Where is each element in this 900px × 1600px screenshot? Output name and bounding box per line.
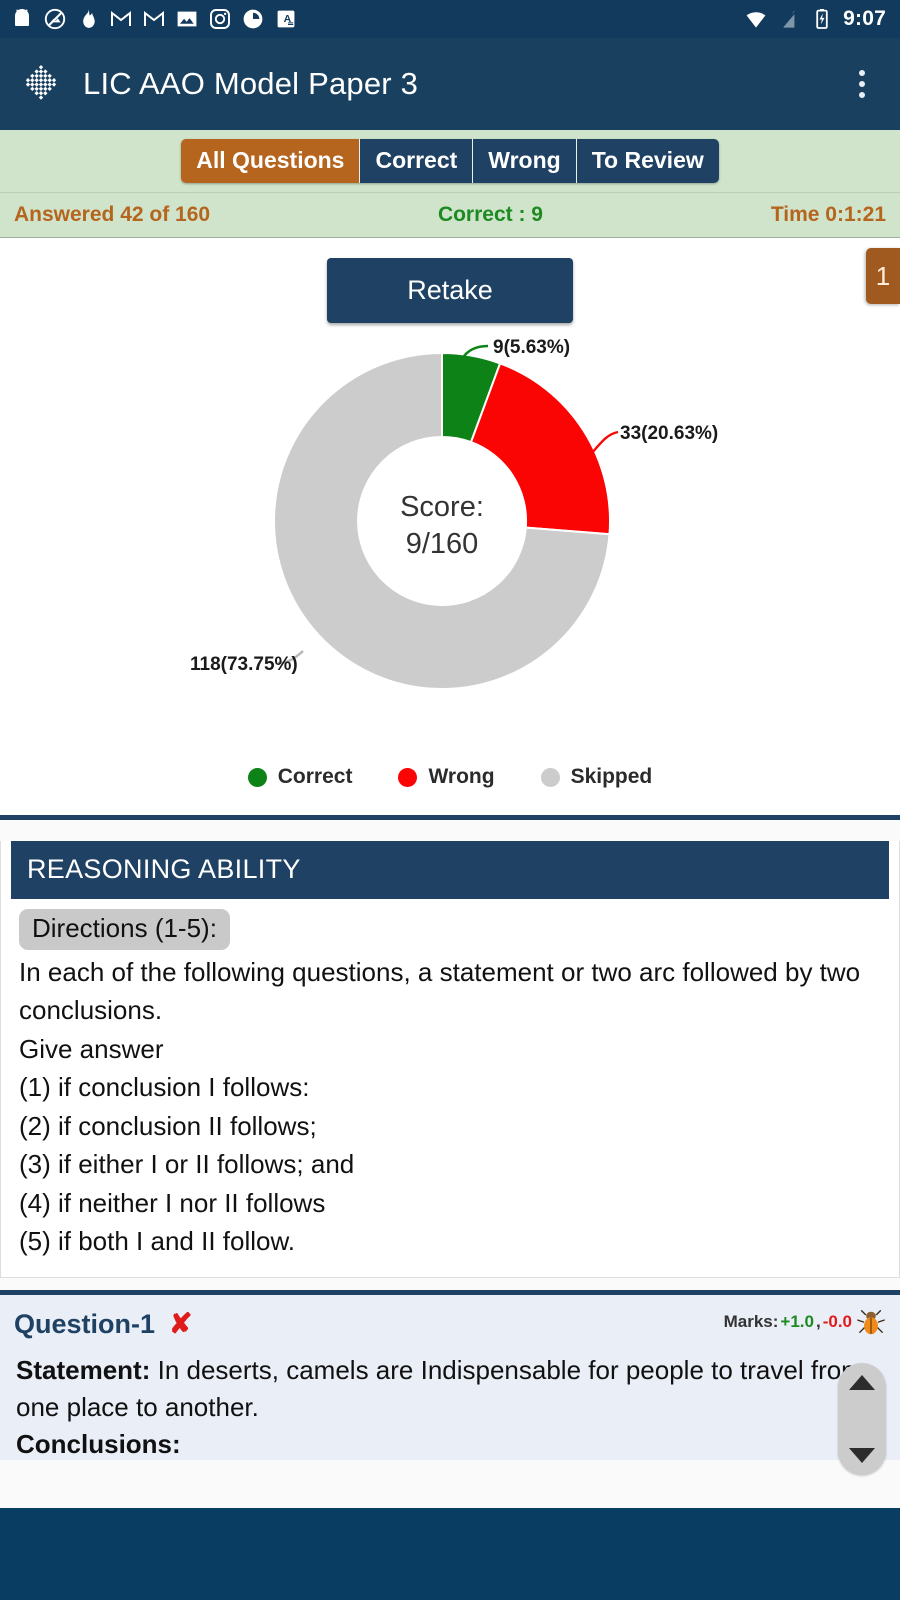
legend-item-skipped: Skipped [540,765,653,789]
marks-label: Marks: [723,1311,779,1331]
filter-tab-bar: All Questions Correct Wrong To Review [0,130,900,192]
donut-label-skipped: 118(73.75%) [190,654,298,675]
donut-slice-wrong [469,362,611,536]
directions-line: (2) if conclusion II follows; [19,1110,317,1141]
legend-label-wrong: Wrong [428,765,495,788]
question-title: Question-1 [14,1308,156,1339]
tab-wrong[interactable]: Wrong [473,139,577,183]
wifi-icon [746,12,766,28]
status-bar-clock: 9:07 [843,7,886,30]
donut-label-correct: 9(5.63%) [493,337,570,358]
directions-line: (3) if either I or II follows; and [19,1149,355,1180]
overflow-menu-icon[interactable] [844,62,880,106]
android-icon [15,9,29,26]
signal-off-icon [782,10,797,28]
marks-negative: -0.0 [822,1311,852,1331]
status-bar: A 9:07 [0,0,900,38]
bug-report-icon[interactable] [856,1307,886,1337]
bottom-navigation-bar [0,1508,900,1600]
answered-count: Answered 42 of 160 [14,203,211,226]
gmail-icon [111,10,131,26]
legend-dot-wrong [398,767,418,787]
scroll-up-icon[interactable] [849,1374,875,1390]
battery-charging-icon [816,9,828,29]
legend-item-correct: Correct [247,765,353,789]
question-statement: Statement: In deserts, camels are Indisp… [0,1344,900,1427]
fire-icon [83,9,95,28]
marks-separator: , [815,1311,821,1331]
legend-item-wrong: Wrong [398,765,495,789]
app-logo-diamond-icon [25,65,57,100]
legend-dot-skipped [540,767,560,787]
translate-icon: A [277,10,295,28]
status-bar-notification-icons: A [10,7,298,31]
image-icon [177,11,197,27]
results-scroll-area[interactable]: 1 Retake 9(5.63%) 33(20.63%) 118(73.75%)… [0,238,900,1508]
directions-tag: Directions (1-5): [19,909,230,950]
card-gap [0,820,900,832]
gmail-icon [144,10,164,26]
tab-all-questions[interactable]: All Questions [181,139,361,183]
directions-line: (1) if conclusion I follows: [19,1072,310,1103]
page-title: LIC AAO Model Paper 3 [83,66,419,101]
retake-button-container: Retake [0,258,900,323]
legend-label-correct: Correct [277,765,353,788]
leader-line-wrong [591,430,619,454]
tab-to-review[interactable]: To Review [576,139,719,183]
directions-line: (4) if neither I nor II follows [19,1187,326,1218]
directions-line: (5) if both I and II follow. [19,1226,296,1257]
section-heading: REASONING ABILITY [11,841,889,899]
tab-correct[interactable]: Correct [360,139,474,183]
scroll-controls[interactable] [838,1362,886,1475]
donut-chart-svg: 9(5.63%) 33(20.63%) 118(73.75%) [190,337,718,690]
marks-positive: +1.0 [780,1311,814,1331]
legend-label-skipped: Skipped [570,765,653,788]
no-photo-icon [44,8,66,30]
status-bar-system-icons: 9:07 [744,7,886,31]
directions-line: In each of the following questions, a st… [19,957,861,1026]
legend-dot-correct [247,767,267,787]
question-header: Question-1 ✘ Marks: +1.0 , -0.0 [0,1295,900,1344]
page-number-badge[interactable]: 1 [866,248,900,304]
instagram-icon [210,9,230,29]
score-summary-card: 1 Retake 9(5.63%) 33(20.63%) 118(73.75%)… [0,238,900,815]
scroll-down-icon[interactable] [849,1447,875,1463]
app-screen: A 9:07 LIC AAO Model Paper 3 All Questio… [0,0,900,1600]
score-donut-chart: 9(5.63%) 33(20.63%) 118(73.75%) Score: 9… [0,331,900,761]
directions-line: Give answer [19,1033,164,1064]
donut-label-wrong: 33(20.63%) [620,423,718,444]
stats-bar: Answered 42 of 160 Correct : 9 Time 0:1:… [0,192,900,238]
question-card: Question-1 ✘ Marks: +1.0 , -0.0 Statemen… [0,1289,900,1475]
directions-block: Directions (1-5): In each of the followi… [1,899,899,1277]
conclusions-label: Conclusions: [16,1429,181,1460]
correct-count: Correct : 9 [437,203,543,226]
loading-circle-icon [243,9,263,29]
retake-button[interactable]: Retake [327,258,573,323]
filter-tab-group: All Questions Correct Wrong To Review [181,139,719,183]
question-marks: Marks: +1.0 , -0.0 [724,1307,886,1340]
statement-label: Statement: [16,1354,151,1385]
section-directions-card: REASONING ABILITY Directions (1-5): In e… [0,841,900,1278]
app-bar: LIC AAO Model Paper 3 [0,38,900,130]
wrong-cross-icon: ✘ [169,1307,193,1339]
elapsed-time: Time 0:1:21 [770,203,886,226]
chart-legend: Correct Wrong Skipped [0,765,900,801]
card-gap [0,1277,900,1290]
